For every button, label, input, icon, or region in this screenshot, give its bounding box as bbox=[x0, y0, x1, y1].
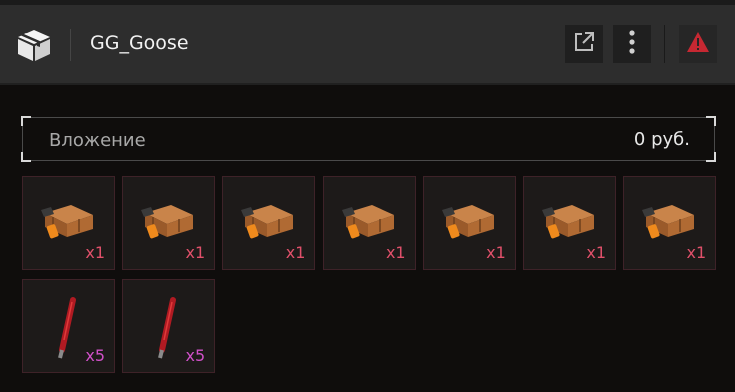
more-vertical-icon bbox=[628, 29, 636, 59]
item-grid: x1 x1 x1 x1 x1 x1 x1 x5 x5 bbox=[22, 176, 722, 376]
corner-mark bbox=[706, 116, 716, 126]
item-quantity: x1 bbox=[185, 243, 206, 262]
inventory-slot[interactable]: x1 bbox=[523, 176, 616, 270]
corner-mark bbox=[706, 152, 716, 162]
report-button[interactable] bbox=[679, 25, 717, 63]
more-options-button[interactable] bbox=[613, 25, 651, 63]
external-link-button[interactable] bbox=[565, 25, 603, 63]
inventory-slot[interactable]: x1 bbox=[322, 176, 416, 270]
inventory-slot[interactable]: x1 bbox=[122, 176, 216, 270]
investment-value: 0 руб. bbox=[633, 129, 690, 150]
investment-field: Вложение 0 руб. bbox=[21, 116, 716, 162]
item-quantity: x1 bbox=[85, 243, 105, 262]
corner-mark bbox=[21, 152, 31, 162]
corner-mark bbox=[21, 116, 31, 126]
external-link-icon bbox=[572, 30, 596, 58]
inventory-slot[interactable]: x1 bbox=[422, 176, 516, 270]
investment-label: Вложение bbox=[49, 130, 146, 151]
header-bar: GG_Goose bbox=[0, 5, 735, 85]
warning-triangle-icon bbox=[686, 31, 710, 57]
button-divider bbox=[664, 25, 665, 63]
item-quantity: x1 bbox=[285, 243, 306, 262]
page-title: GG_Goose bbox=[90, 32, 189, 54]
inventory-slot[interactable]: x1 bbox=[22, 176, 115, 270]
header-divider bbox=[70, 29, 71, 61]
item-quantity: x1 bbox=[686, 243, 707, 262]
item-quantity: x5 bbox=[185, 346, 206, 365]
item-quantity: x5 bbox=[85, 346, 105, 365]
item-quantity: x1 bbox=[486, 243, 506, 262]
inventory-slot[interactable]: x1 bbox=[623, 176, 717, 270]
inventory-slot[interactable]: x5 bbox=[122, 279, 216, 373]
item-quantity: x1 bbox=[385, 243, 406, 262]
inventory-slot[interactable]: x5 bbox=[22, 279, 115, 373]
item-quantity: x1 bbox=[586, 243, 606, 262]
inventory-slot[interactable]: x1 bbox=[222, 176, 316, 270]
box-logo-icon bbox=[15, 27, 53, 63]
